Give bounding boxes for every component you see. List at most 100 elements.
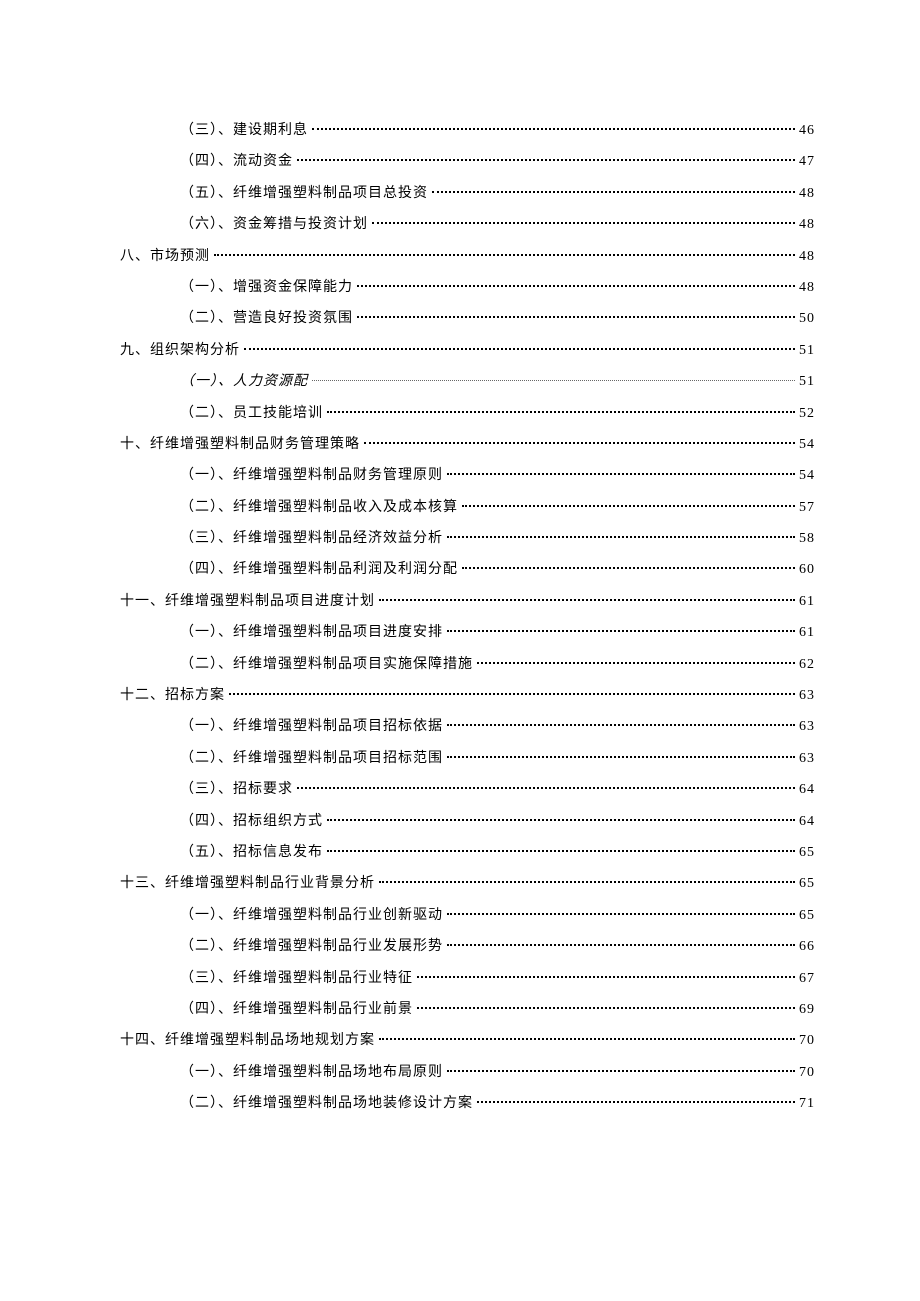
toc-label: （二）、纤维增强塑料制品行业发展形势 <box>180 936 443 958</box>
toc-label: （五）、招标信息发布 <box>180 842 323 864</box>
toc-entry: （二）、纤维增强塑料制品收入及成本核算 57 <box>180 497 815 519</box>
toc-entry: 十二、招标方案 63 <box>120 685 815 707</box>
toc-entry: （二）、纤维增强塑料制品项目招标范围63 <box>180 748 815 770</box>
toc-entry: （三）、纤维增强塑料制品经济效益分析58 <box>180 528 815 550</box>
toc-entry: （三）、招标要求64 <box>180 779 815 801</box>
toc-page-number: 65 <box>799 842 815 864</box>
toc-label: （一）、人力资源配 <box>180 371 308 393</box>
toc-label: （二）、员工技能培训 <box>180 403 323 425</box>
toc-leader-dots <box>379 881 795 883</box>
toc-leader-dots <box>244 348 795 350</box>
toc-label: （四）、纤维增强塑料制品行业前景 <box>180 999 413 1021</box>
toc-entry: （二）、营造良好投资氛围 50 <box>180 308 815 330</box>
toc-entry: （二）、纤维增强塑料制品场地装修设计方案 71 <box>180 1093 815 1115</box>
toc-entry: （四）、招标组织方式 64 <box>180 811 815 833</box>
toc-leader-dots <box>447 1070 795 1072</box>
toc-page-number: 64 <box>799 811 815 833</box>
toc-label: （一）、纤维增强塑料制品行业创新驱动 <box>180 905 443 927</box>
toc-entry: （四）、纤维增强塑料制品行业前景 69 <box>180 999 815 1021</box>
toc-page-number: 66 <box>799 936 815 958</box>
toc-entry: （一）、纤维增强塑料制品行业创新驱动 65 <box>180 905 815 927</box>
toc-label: （三）、招标要求 <box>180 779 293 801</box>
toc-entry: （一）、纤维增强塑料制品财务管理原则54 <box>180 465 815 487</box>
toc-label: （一）、增强资金保障能力 <box>180 277 353 299</box>
toc-entry: （五）、招标信息发布 65 <box>180 842 815 864</box>
toc-leader-dots <box>447 756 795 758</box>
toc-label: （四）、招标组织方式 <box>180 811 323 833</box>
toc-page-number: 69 <box>799 999 815 1021</box>
toc-leader-dots <box>462 567 795 569</box>
toc-label: （一）、纤维增强塑料制品项目进度安排 <box>180 622 443 644</box>
toc-entry: （一）、增强资金保障能力 48 <box>180 277 815 299</box>
toc-page-number: 46 <box>799 120 815 142</box>
toc-entry: （三）、纤维增强塑料制品行业特征67 <box>180 968 815 990</box>
toc-page-number: 70 <box>799 1062 815 1084</box>
toc-entry: 十四、纤维增强塑料制品场地规划方案 70 <box>120 1030 815 1052</box>
toc-leader-dots <box>327 411 795 413</box>
toc-leader-dots <box>447 630 795 632</box>
toc-page-number: 54 <box>799 465 815 487</box>
toc-leader-dots <box>447 473 795 475</box>
toc-leader-dots <box>432 191 795 193</box>
toc-page-number: 48 <box>799 277 815 299</box>
toc-entry: （一）、纤维增强塑料制品场地布局原则70 <box>180 1062 815 1084</box>
toc-leader-dots <box>312 128 795 130</box>
toc-label: 十四、纤维增强塑料制品场地规划方案 <box>120 1030 375 1052</box>
toc-leader-dots <box>327 819 795 821</box>
toc-leader-dots <box>214 254 795 256</box>
toc-page-number: 50 <box>799 308 815 330</box>
toc-entry: （一）、纤维增强塑料制品项目招标依据 63 <box>180 716 815 738</box>
toc-entry: 十、纤维增强塑料制品财务管理策略54 <box>120 434 815 456</box>
toc-entry: 十一、纤维增强塑料制品项目进度计划61 <box>120 591 815 613</box>
toc-label: 八、市场预测 <box>120 246 210 268</box>
toc-leader-dots <box>297 787 795 789</box>
toc-leader-dots <box>229 693 795 695</box>
toc-leader-dots <box>447 536 795 538</box>
toc-leader-dots <box>379 599 795 601</box>
toc-page-number: 63 <box>799 716 815 738</box>
toc-page-number: 57 <box>799 497 815 519</box>
toc-leader-dots <box>417 1007 795 1009</box>
toc-label: （二）、纤维增强塑料制品收入及成本核算 <box>180 497 458 519</box>
toc-leader-dots <box>417 976 795 978</box>
toc-page-number: 63 <box>799 748 815 770</box>
toc-label: （一）、纤维增强塑料制品项目招标依据 <box>180 716 443 738</box>
toc-leader-dots <box>447 944 795 946</box>
toc-leader-dots <box>462 505 795 507</box>
toc-entry: （五）、纤维增强塑料制品项目总投资48 <box>180 183 815 205</box>
toc-label: 十二、招标方案 <box>120 685 225 707</box>
toc-leader-dots <box>297 159 795 161</box>
toc-entry: （四）、流动资金47 <box>180 151 815 173</box>
toc-entry: （四）、纤维增强塑料制品利润及利润分配 60 <box>180 559 815 581</box>
toc-page-number: 58 <box>799 528 815 550</box>
toc-leader-dots <box>372 222 795 224</box>
toc-label: 十、纤维增强塑料制品财务管理策略 <box>120 434 360 456</box>
toc-leader-dots <box>447 913 795 915</box>
toc-leader-dots <box>379 1038 795 1040</box>
toc-page-number: 67 <box>799 968 815 990</box>
toc-entry: （二）、纤维增强塑料制品项目实施保障措施62 <box>180 654 815 676</box>
toc-leader-dots <box>327 850 795 852</box>
toc-page-number: 60 <box>799 559 815 581</box>
toc-page-number: 61 <box>799 591 815 613</box>
toc-entry: 八、市场预测48 <box>120 246 815 268</box>
toc-leader-dots <box>447 724 795 726</box>
toc-page-number: 65 <box>799 905 815 927</box>
toc-page-number: 70 <box>799 1030 815 1052</box>
toc-label: （二）、纤维增强塑料制品场地装修设计方案 <box>180 1093 473 1115</box>
toc-leader-dots <box>357 285 795 287</box>
toc-page-number: 71 <box>799 1093 815 1115</box>
toc-page-number: 63 <box>799 685 815 707</box>
toc-entry: 十三、纤维增强塑料制品行业背景分析65 <box>120 873 815 895</box>
toc-entry: （一）、纤维增强塑料制品项目进度安排61 <box>180 622 815 644</box>
toc-label: （四）、纤维增强塑料制品利润及利润分配 <box>180 559 458 581</box>
toc-page-number: 52 <box>799 403 815 425</box>
toc-leader-dots <box>357 316 795 318</box>
toc-label: （二）、营造良好投资氛围 <box>180 308 353 330</box>
toc-container: （三）、建设期利息 46 （四）、流动资金47 （五）、纤维增强塑料制品项目总投资48… <box>120 120 815 1116</box>
toc-entry: （六）、资金筹措与投资计划48 <box>180 214 815 236</box>
toc-label: （四）、流动资金 <box>180 151 293 173</box>
toc-label: （三）、建设期利息 <box>180 120 308 142</box>
toc-page-number: 62 <box>799 654 815 676</box>
toc-page-number: 48 <box>799 214 815 236</box>
